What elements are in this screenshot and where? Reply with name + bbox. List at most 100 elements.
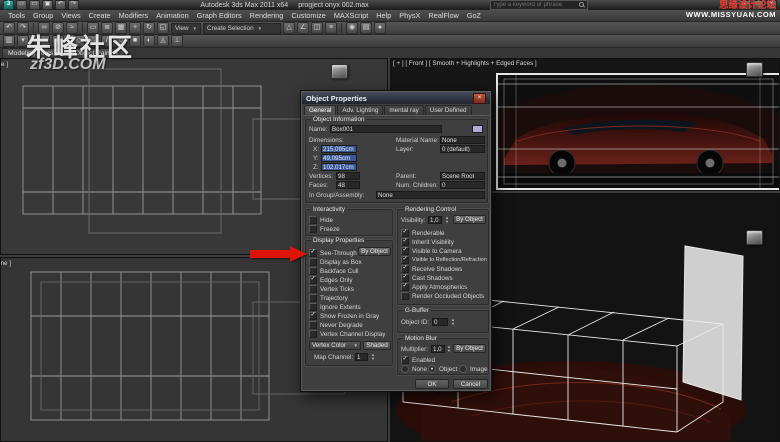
multiplier-value[interactable]: 1,0 [431,345,445,353]
menu-views[interactable]: Views [57,11,84,20]
align-icon[interactable]: ≡ [325,22,337,34]
menu-maxscript[interactable]: MAXScript [330,11,372,20]
menu-realflow[interactable]: RealFlow [424,11,462,20]
material-editor-icon[interactable]: ◉ [346,22,358,34]
checkbox-row[interactable]: ✓ Visible to Reflection/Refraction [401,256,487,264]
reference-coordinate-dropdown[interactable]: View ▼ [171,23,201,34]
soft-selection-icon[interactable]: ◐ [143,35,155,47]
inherit-visibility-checkbox[interactable]: ✓ [401,238,409,246]
name-field[interactable]: Box001 [330,125,442,133]
checkbox-row[interactable]: ✓ Visible to Camera [401,247,462,255]
constraints-icon[interactable]: ⊥ [171,35,183,47]
checkbox-row[interactable]: Render Occluded Objects [401,292,484,300]
visibility-spinner[interactable]: ▲ ▼ [444,216,450,223]
checkbox-row[interactable]: ✓ Receive Shadows [401,265,462,273]
spinner-down-icon[interactable]: ▼ [450,322,456,326]
show-frozen-in-gray-checkbox[interactable]: ✓ [309,312,317,320]
motion-blur-object-radio[interactable]: ● [428,365,436,373]
menu-create[interactable]: Create [85,11,115,20]
vertex-channel-display-checkbox[interactable] [309,330,317,338]
receive-shadows-checkbox[interactable]: ✓ [401,265,409,273]
trajectory-checkbox[interactable] [309,294,317,302]
checkbox-row[interactable]: Display as Box [309,258,362,266]
checkbox-row[interactable]: Ignore Extents [309,303,361,311]
checkbox-row[interactable]: Vertex Ticks [309,285,354,293]
cast-shadows-checkbox[interactable]: ✓ [401,274,409,282]
checkbox-row[interactable]: Freeze [309,225,340,233]
motion-blur-image-radio[interactable] [459,365,467,373]
checkbox-row[interactable]: ✓ Cast Shadows [401,274,453,282]
visibility-by-object-button[interactable]: By Object [453,215,486,224]
cancel-button[interactable]: Cancel [453,379,488,389]
motion-blur-by-object-button[interactable]: By Object [453,344,486,353]
search-input[interactable] [493,2,577,9]
map-channel-value[interactable]: 1 [355,353,368,361]
redo-small-icon[interactable]: ↷ [68,0,79,10]
select-and-scale-icon[interactable]: ◱ [157,22,169,34]
viewport-shading-label[interactable]: [ Wireframe ] [0,61,8,68]
radio-row[interactable]: Image [459,365,488,373]
checkbox-row[interactable]: Backface Cull [309,267,359,275]
menu-goz[interactable]: GoZ [463,11,485,20]
vertex-ticks-checkbox[interactable] [309,285,317,293]
multiplier-spinner[interactable]: ▲ ▼ [446,345,452,352]
radio-row[interactable]: None [401,365,427,373]
renderable-checkbox[interactable]: ✓ [401,229,409,237]
checkbox-row[interactable]: ✓ Enabled [401,356,435,364]
radio-row[interactable]: ● Object [428,365,457,373]
render-setup-icon[interactable]: ▤ [360,22,372,34]
ignore-extents-checkbox[interactable] [309,303,317,311]
dialog-titlebar[interactable]: Object Properties × [302,92,490,104]
viewport-header-label[interactable]: [ + ] [ Front ] [ Smooth + Highlights + … [393,60,537,67]
motion-blur-enabled-checkbox[interactable]: ✓ [401,356,409,364]
layer-manager-icon[interactable]: ▥ [3,35,15,47]
menu-tools[interactable]: Tools [4,11,29,20]
checkbox-row[interactable]: Vertex Channel Display [309,330,385,338]
render-occluded-checkbox[interactable] [401,292,409,300]
display-by-object-button[interactable]: By Object [358,247,391,256]
see-through-checkbox[interactable]: ✓ [309,249,317,257]
save-file-icon[interactable]: ▣ [42,0,53,10]
menu-modifiers[interactable]: Modifiers [115,11,153,20]
viewport-shading-label[interactable]: [ Wireframe ] [0,260,11,267]
checkbox-row[interactable]: ✓ See-Through [309,249,357,257]
menu-graph-editors[interactable]: Graph Editors [193,11,246,20]
checkbox-row[interactable]: ✓ Inherit Visibility [401,238,454,246]
checkbox-row[interactable]: Never Degrade [309,321,363,329]
checkbox-row[interactable]: ✓ Show Frozen in Gray [309,312,379,320]
hide-checkbox[interactable] [309,216,317,224]
menu-customize[interactable]: Customize [287,11,329,20]
visible-to-reflection-checkbox[interactable]: ✓ [401,256,409,264]
menu-animation[interactable]: Animation [152,11,192,20]
mirror-icon[interactable]: ◫ [311,22,323,34]
backface-cull-checkbox[interactable] [309,267,317,275]
undo-small-icon[interactable]: ↶ [55,0,66,10]
close-icon[interactable]: × [473,93,486,104]
menu-group[interactable]: Group [29,11,57,20]
menu-rendering[interactable]: Rendering [246,11,288,20]
paint-deform-icon[interactable]: ◬ [157,35,169,47]
freeze-checkbox[interactable] [309,225,317,233]
spinner-down-icon[interactable]: ▼ [370,357,376,361]
ok-button[interactable]: OK [415,379,449,389]
object-color-swatch[interactable] [472,125,483,133]
shaded-button[interactable]: Shaded [363,341,391,350]
checkbox-row[interactable]: ✓ Edges Only [309,276,353,284]
menu-physx[interactable]: PhysX [395,11,424,20]
menu-help[interactable]: Help [372,11,395,20]
map-channel-spinner[interactable]: ▲ ▼ [370,353,376,360]
angle-snap-icon[interactable]: ∠ [297,22,309,34]
spinner-down-icon[interactable]: ▼ [444,220,450,224]
checkbox-row[interactable]: ✓ Renderable [401,229,445,237]
snaps-toggle-icon[interactable]: △ [283,22,295,34]
render-production-icon[interactable]: ● [374,22,386,34]
visible-to-camera-checkbox[interactable]: ✓ [401,247,409,255]
motion-blur-none-radio[interactable] [401,365,409,373]
checkbox-row[interactable]: Hide [309,216,333,224]
undo-icon[interactable]: ↶ [3,22,15,34]
new-scene-icon[interactable]: ▱ [16,0,27,10]
visibility-value[interactable]: 1,0 [428,216,442,224]
search-icon[interactable] [579,2,585,8]
object-id-spinner[interactable]: ▲ ▼ [450,318,456,325]
spinner-down-icon[interactable]: ▼ [446,349,452,353]
